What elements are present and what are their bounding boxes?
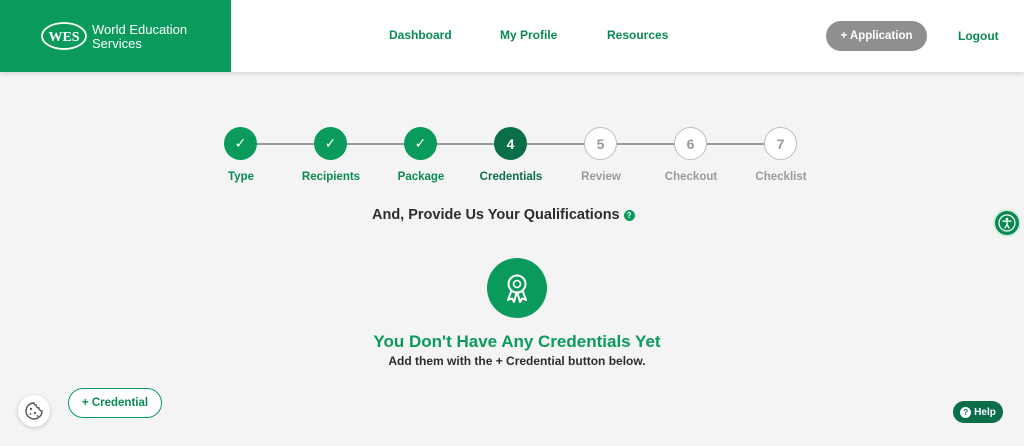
logout-link[interactable]: Logout [958, 29, 999, 43]
help-question-icon: ? [960, 406, 972, 418]
nav-my-profile[interactable]: My Profile [500, 28, 557, 42]
brand-block[interactable]: WES World Education Services [0, 0, 231, 72]
accessibility-icon [998, 214, 1016, 232]
brand-name: World Education Services [92, 23, 187, 51]
step-1-circle[interactable]: ✓ [224, 127, 257, 160]
step-7-label: Checklist [755, 171, 807, 183]
award-ribbon-svg [507, 274, 527, 303]
award-ribbon-icon [487, 258, 547, 318]
empty-state-subtitle: Add them with the + Credential button be… [388, 354, 646, 368]
section-title: And, Provide Us Your Qualifications ? [372, 207, 635, 223]
nav-resources[interactable]: Resources [607, 28, 668, 42]
step-3-label[interactable]: Package [371, 171, 471, 183]
step-5-label: Review [581, 171, 621, 183]
brand-line-2: Services [92, 36, 142, 51]
empty-state-title: You Don't Have Any Credentials Yet [373, 332, 661, 351]
help-label: Help [974, 406, 996, 418]
step-2-circle[interactable]: ✓ [314, 127, 347, 160]
step-4-label[interactable]: Credentials [461, 171, 561, 183]
section-title-text: And, Provide Us Your Qualifications [372, 207, 620, 223]
step-5-circle: 5 [584, 127, 617, 160]
wes-logo-icon: WES [41, 22, 87, 50]
add-credential-button[interactable]: + Credential [68, 388, 162, 418]
step-4-circle[interactable]: 4 [494, 127, 527, 160]
top-header: WES World Education Services Dashboard M… [0, 0, 1024, 72]
cookie-icon [25, 402, 43, 420]
step-6-circle: 6 [674, 127, 707, 160]
step-3-circle[interactable]: ✓ [404, 127, 437, 160]
cookie-settings-button[interactable] [18, 395, 50, 427]
accessibility-button[interactable] [993, 209, 1021, 237]
brand-line-1: World Education [92, 22, 188, 37]
add-application-button[interactable]: + Application [826, 21, 927, 51]
step-1-label[interactable]: Type [191, 171, 291, 183]
logo-text: WES [48, 30, 79, 45]
question-help-icon[interactable]: ? [623, 209, 635, 221]
help-button[interactable]: ? Help [953, 401, 1003, 423]
step-6-label: Checkout [664, 171, 718, 183]
step-2-label[interactable]: Recipients [281, 171, 381, 183]
nav-dashboard[interactable]: Dashboard [389, 28, 452, 42]
step-7-circle: 7 [764, 127, 797, 160]
